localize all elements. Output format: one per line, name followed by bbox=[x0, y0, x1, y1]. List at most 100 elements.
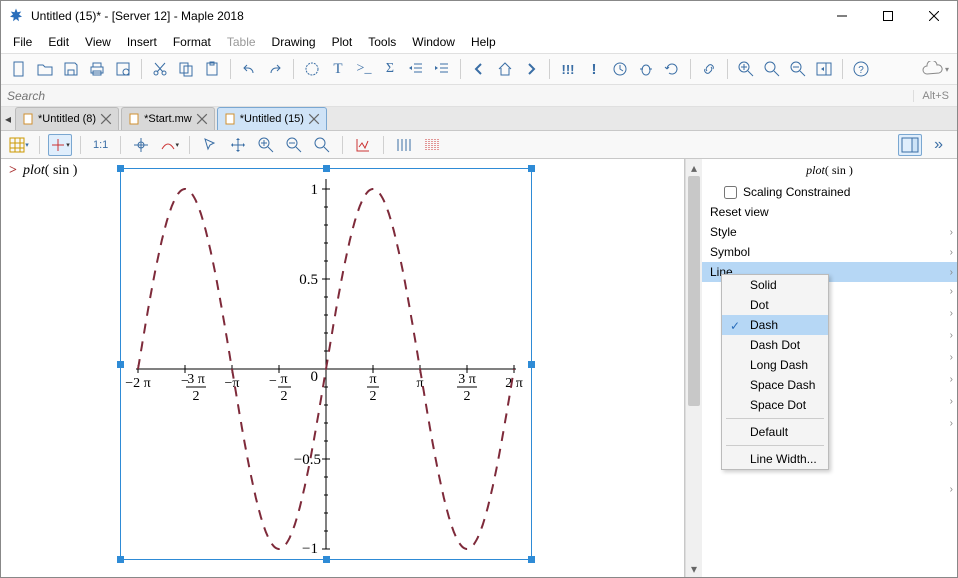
scroll-down-icon[interactable]: ▾ bbox=[686, 560, 702, 577]
line-spacedash[interactable]: Space Dash bbox=[722, 375, 828, 395]
line-dash[interactable]: ✓ Dash bbox=[722, 315, 828, 335]
menu-plot[interactable]: Plot bbox=[324, 33, 361, 51]
close-icon[interactable] bbox=[196, 113, 208, 125]
tab-untitled-15[interactable]: *Untitled (15) bbox=[217, 107, 327, 130]
resize-handle[interactable] bbox=[528, 165, 535, 172]
cut-icon[interactable] bbox=[148, 57, 172, 81]
link-icon[interactable] bbox=[697, 57, 721, 81]
nav-home-icon[interactable] bbox=[493, 57, 517, 81]
curve-style-icon[interactable]: ▾ bbox=[157, 134, 181, 156]
indent-icon[interactable] bbox=[430, 57, 454, 81]
nav-back-icon[interactable] bbox=[467, 57, 491, 81]
scroll-up-icon[interactable]: ▴ bbox=[686, 159, 702, 176]
exec-all-icon[interactable]: !!! bbox=[556, 57, 580, 81]
insert-section-icon[interactable] bbox=[300, 57, 324, 81]
insert-text-icon[interactable]: T bbox=[326, 57, 350, 81]
line-spacedot[interactable]: Space Dot bbox=[722, 395, 828, 415]
search-hint: Alt+S bbox=[913, 90, 957, 102]
tab-nav-left-icon[interactable]: ◂ bbox=[1, 107, 15, 130]
restart-icon[interactable] bbox=[660, 57, 684, 81]
axes-bounds-icon[interactable] bbox=[351, 134, 375, 156]
tab-start[interactable]: *Start.mw bbox=[121, 107, 215, 130]
zoom-plot-fit-icon[interactable] bbox=[310, 134, 334, 156]
context-panel-icon[interactable] bbox=[898, 134, 922, 156]
resize-handle[interactable] bbox=[117, 361, 124, 368]
menu-edit[interactable]: Edit bbox=[40, 33, 77, 51]
menu-table: Table bbox=[219, 33, 264, 51]
nav-forward-icon[interactable] bbox=[519, 57, 543, 81]
scroll-track[interactable] bbox=[686, 176, 702, 560]
vertical-scrollbar[interactable]: ▴ ▾ bbox=[685, 159, 702, 577]
close-icon[interactable] bbox=[308, 113, 320, 125]
exec-icon[interactable]: ! bbox=[582, 57, 606, 81]
copy-icon[interactable] bbox=[174, 57, 198, 81]
paste-icon[interactable] bbox=[200, 57, 224, 81]
collapse-panel-icon[interactable]: » bbox=[926, 136, 951, 154]
close-button[interactable] bbox=[911, 1, 957, 31]
zoom-out-icon[interactable] bbox=[786, 57, 810, 81]
line-solid[interactable]: Solid bbox=[722, 275, 828, 295]
zoom-plot-out-icon[interactable] bbox=[282, 134, 306, 156]
save-icon[interactable] bbox=[59, 57, 83, 81]
minimize-button[interactable] bbox=[819, 1, 865, 31]
resize-handle[interactable] bbox=[323, 556, 330, 563]
manipulator-icon[interactable] bbox=[129, 134, 153, 156]
tab-untitled-8[interactable]: *Untitled (8) bbox=[15, 107, 119, 130]
resize-handle[interactable] bbox=[117, 165, 124, 172]
zoom-plot-in-icon[interactable] bbox=[254, 134, 278, 156]
axes-style-icon[interactable]: ▾ bbox=[48, 134, 72, 156]
print-icon[interactable] bbox=[85, 57, 109, 81]
menu-insert[interactable]: Insert bbox=[119, 33, 165, 51]
resize-handle[interactable] bbox=[528, 556, 535, 563]
gridlines-minor-icon[interactable] bbox=[420, 134, 444, 156]
aspect-ratio[interactable]: 1:1 bbox=[89, 139, 112, 151]
resize-handle[interactable] bbox=[528, 361, 535, 368]
move-icon[interactable] bbox=[226, 134, 250, 156]
line-dashdot[interactable]: Dash Dot bbox=[722, 335, 828, 355]
plot-selection[interactable]: 1 0.5 0 −0.5 −1 −2 π −π π 2 π − 3 π2 − π… bbox=[121, 169, 531, 559]
scroll-thumb[interactable] bbox=[688, 176, 700, 406]
outdent-icon[interactable] bbox=[404, 57, 428, 81]
document-area[interactable]: > plot( sin ) bbox=[1, 159, 685, 577]
debug-icon[interactable] bbox=[634, 57, 658, 81]
undo-icon[interactable] bbox=[237, 57, 261, 81]
grid-icon[interactable]: ▾ bbox=[7, 134, 31, 156]
toggle-panel-icon[interactable] bbox=[812, 57, 836, 81]
menu-tools[interactable]: Tools bbox=[360, 33, 404, 51]
menu-file[interactable]: File bbox=[5, 33, 40, 51]
new-doc-icon[interactable] bbox=[7, 57, 31, 81]
maximize-button[interactable] bbox=[865, 1, 911, 31]
resize-handle[interactable] bbox=[117, 556, 124, 563]
cloud-icon[interactable]: ▾ bbox=[919, 57, 951, 81]
line-longdash[interactable]: Long Dash bbox=[722, 355, 828, 375]
close-icon[interactable] bbox=[100, 113, 112, 125]
sigma-icon[interactable]: Σ bbox=[378, 57, 402, 81]
redo-icon[interactable] bbox=[263, 57, 287, 81]
symbol-row[interactable]: Symbol› bbox=[702, 242, 957, 262]
menu-help[interactable]: Help bbox=[463, 33, 504, 51]
menu-drawing[interactable]: Drawing bbox=[264, 33, 324, 51]
menu-view[interactable]: View bbox=[77, 33, 119, 51]
line-width[interactable]: Line Width... bbox=[722, 449, 828, 469]
clock-icon[interactable] bbox=[608, 57, 632, 81]
line-dot[interactable]: Dot bbox=[722, 295, 828, 315]
reset-view-row[interactable]: Reset view bbox=[702, 202, 957, 222]
context-panel: plot( sin ) Scaling Constrained Reset vi… bbox=[702, 159, 957, 577]
help-icon[interactable]: ? bbox=[849, 57, 873, 81]
scaling-checkbox[interactable] bbox=[724, 186, 737, 199]
chevron-right-icon: › bbox=[950, 369, 953, 391]
zoom-in-icon[interactable] bbox=[734, 57, 758, 81]
menu-format[interactable]: Format bbox=[165, 33, 219, 51]
open-icon[interactable] bbox=[33, 57, 57, 81]
gridlines-major-icon[interactable] bbox=[392, 134, 416, 156]
menu-window[interactable]: Window bbox=[404, 33, 463, 51]
resize-handle[interactable] bbox=[323, 165, 330, 172]
print-preview-icon[interactable] bbox=[111, 57, 135, 81]
pointer-icon[interactable] bbox=[198, 134, 222, 156]
insert-prompt-icon[interactable]: >_ bbox=[352, 57, 376, 81]
line-default[interactable]: Default bbox=[722, 422, 828, 442]
check-icon: ✓ bbox=[730, 319, 740, 333]
zoom-reset-icon[interactable] bbox=[760, 57, 784, 81]
search-input[interactable] bbox=[1, 89, 913, 103]
style-row[interactable]: Style› bbox=[702, 222, 957, 242]
